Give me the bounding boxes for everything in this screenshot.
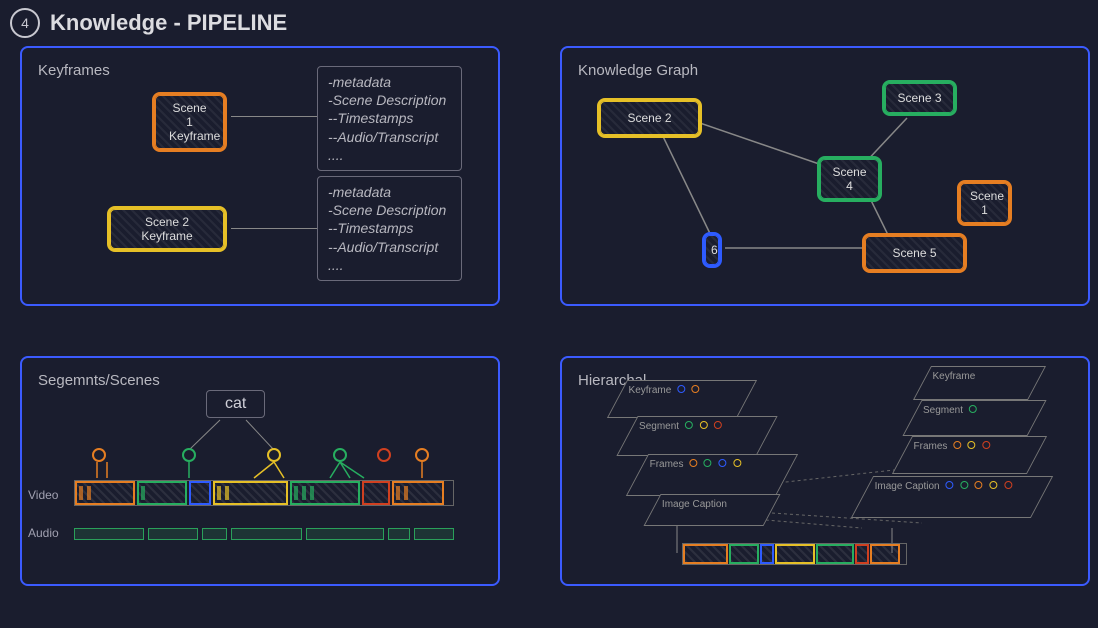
dot-yellow-1	[267, 448, 281, 462]
plane-left-segment: Segment	[616, 416, 777, 456]
plane-label-caption-l: Image Caption	[662, 499, 727, 510]
video-track	[74, 480, 454, 506]
dot-red-1	[377, 448, 391, 462]
step-number-badge: 4	[10, 8, 40, 38]
graph-node-scene-4: Scene 4	[817, 156, 882, 202]
node-scene-1: Scene 1 Keyframe	[152, 92, 227, 152]
plane-label-segment-l: Segment	[639, 421, 679, 432]
metadata-box-2: -metadata -Scene Description --Timestamp…	[317, 176, 462, 281]
node-scene-2-line1: Scene 2	[124, 215, 210, 229]
dot-orange-2	[415, 448, 429, 462]
plane-label-frames-l: Frames	[650, 459, 684, 470]
panel-segments: Segemnts/Scenes cat Video	[20, 356, 500, 586]
plane-label-frames-r: Frames	[914, 441, 948, 452]
dot-green-1	[182, 448, 196, 462]
node-scene-2: Scene 2 Keyframe	[107, 206, 227, 252]
dot-green-2	[333, 448, 347, 462]
audio-track	[74, 528, 454, 540]
node-scene-2-line2: Keyframe	[124, 229, 210, 243]
plane-left-frames: Frames	[626, 454, 798, 496]
node-scene-1-line2: Keyframe	[169, 129, 210, 143]
metadata-text-1: -metadata -Scene Description --Timestamp…	[328, 73, 451, 164]
row-label-audio: Audio	[28, 526, 59, 540]
graph-node-scene-3: Scene 3	[882, 80, 957, 116]
plane-left-keyframe: Keyframe	[607, 380, 757, 418]
metadata-box-1: -metadata -Scene Description --Timestamp…	[317, 66, 462, 171]
connector-1	[231, 116, 317, 117]
plane-label-keyframe-r: Keyframe	[932, 371, 975, 382]
panel-knowledge-graph: Knowledge Graph Scene 2 Scene 3 Scene 4 …	[560, 46, 1090, 306]
panel-title-graph: Knowledge Graph	[578, 62, 1072, 79]
graph-node-scene-2: Scene 2	[597, 98, 702, 138]
plane-label-segment-r: Segment	[923, 405, 963, 416]
graph-node-6: 6	[702, 232, 722, 268]
metadata-text-2: -metadata -Scene Description --Timestamp…	[328, 183, 451, 274]
plane-label-caption-r: Image Caption	[875, 481, 940, 492]
panel-title-segments: Segemnts/Scenes	[38, 372, 482, 389]
page-title: Knowledge - PIPELINE	[50, 10, 287, 36]
dot-orange-1	[92, 448, 106, 462]
plane-right-keyframe: Keyframe	[913, 366, 1046, 400]
hier-mini-track	[682, 543, 907, 565]
graph-node-scene-1: Scene 1	[957, 180, 1012, 226]
panel-keyframes: Keyframes Scene 1 Keyframe Scene 2 Keyfr…	[20, 46, 500, 306]
node-scene-1-line1: Scene 1	[169, 101, 210, 129]
label-cat: cat	[206, 390, 265, 418]
panels-grid: Keyframes Scene 1 Keyframe Scene 2 Keyfr…	[0, 46, 1098, 586]
connector-2	[231, 228, 317, 229]
plane-label-keyframe-l: Keyframe	[629, 385, 672, 396]
panel-hierarchal: Hierarchal Keyframe Segment Frames	[560, 356, 1090, 586]
plane-left-caption: Image Caption	[643, 494, 780, 526]
plane-right-caption: Image Caption	[851, 476, 1053, 518]
plane-right-segment: Segment	[902, 400, 1046, 436]
row-label-video: Video	[28, 488, 58, 502]
plane-right-frames: Frames	[892, 436, 1047, 474]
graph-node-scene-5: Scene 5	[862, 233, 967, 273]
header: 4 Knowledge - PIPELINE	[0, 0, 1098, 46]
